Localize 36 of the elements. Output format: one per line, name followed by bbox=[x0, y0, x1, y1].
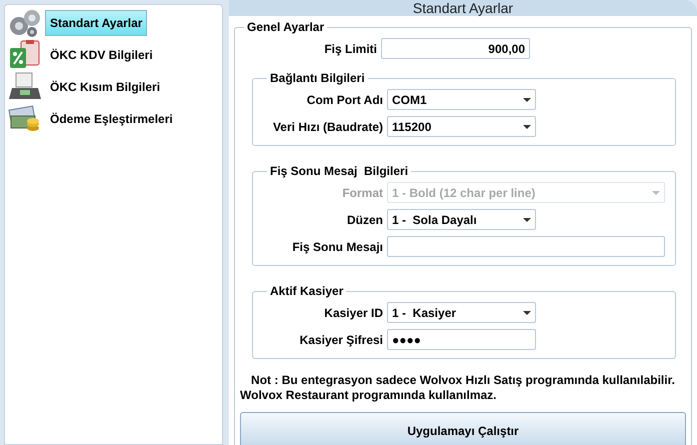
caret-icon bbox=[523, 310, 531, 314]
field-label: Fiş Sonu Mesajı bbox=[291, 240, 383, 254]
group-title: Genel Ayarlar bbox=[246, 20, 326, 34]
text-field[interactable] bbox=[387, 236, 665, 257]
gears-icon bbox=[8, 8, 42, 38]
panel-title: Standart Ayarlar bbox=[412, 0, 514, 16]
field-label: Kasiyer Şifresi bbox=[298, 332, 383, 346]
group-title: Aktif Kasiyer bbox=[269, 284, 344, 298]
caret-icon bbox=[523, 218, 531, 222]
field-label: Fiş Limiti bbox=[323, 42, 377, 56]
sidebar-item[interactable]: ÖKC Kısım Bilgileri bbox=[45, 74, 166, 100]
note-text: Not : Bu entegrasyon sadece Wolvox Hızlı Satış programında kullanılabilir. bbox=[250, 373, 676, 388]
field-label: Kasiyer ID bbox=[323, 306, 383, 320]
run-button[interactable]: Uygulamayı Çalıştır bbox=[240, 412, 686, 445]
sidebar-item[interactable]: Standart Ayarlar bbox=[45, 10, 148, 36]
field-label: Com Port Adı bbox=[306, 92, 383, 106]
money-coins-icon bbox=[8, 104, 42, 134]
caret-icon bbox=[523, 98, 531, 102]
field-label: Veri Hızı (Baudrate) bbox=[272, 120, 383, 134]
group-title: Fiş Sonu Mesaj Bilgileri bbox=[269, 164, 410, 178]
dropdown[interactable]: 115200 bbox=[387, 116, 536, 137]
field-label: Düzen bbox=[346, 212, 383, 226]
number-field[interactable]: 900,00 bbox=[381, 38, 530, 59]
field-label: Format bbox=[341, 186, 383, 200]
sidebar-item[interactable]: Ödeme Eşleştirmeleri bbox=[45, 106, 178, 132]
password-field[interactable]: ●●●● bbox=[387, 329, 536, 350]
caret-icon bbox=[523, 124, 531, 128]
dropdown[interactable]: 1 - Sola Dayalı bbox=[387, 209, 536, 230]
caret-icon bbox=[652, 190, 660, 194]
dropdown[interactable]: 1 - Kasiyer bbox=[387, 302, 536, 323]
cash-register-icon bbox=[8, 72, 42, 102]
dropdown[interactable]: COM1 bbox=[387, 89, 536, 110]
note-text: Wolvox Restaurant programında kullanılmaz. bbox=[240, 388, 498, 403]
percent-document-icon bbox=[8, 40, 42, 70]
sidebar-item[interactable]: ÖKC KDV Bilgileri bbox=[45, 42, 158, 68]
group-title: Bağlantı Bilgileri bbox=[269, 71, 366, 85]
